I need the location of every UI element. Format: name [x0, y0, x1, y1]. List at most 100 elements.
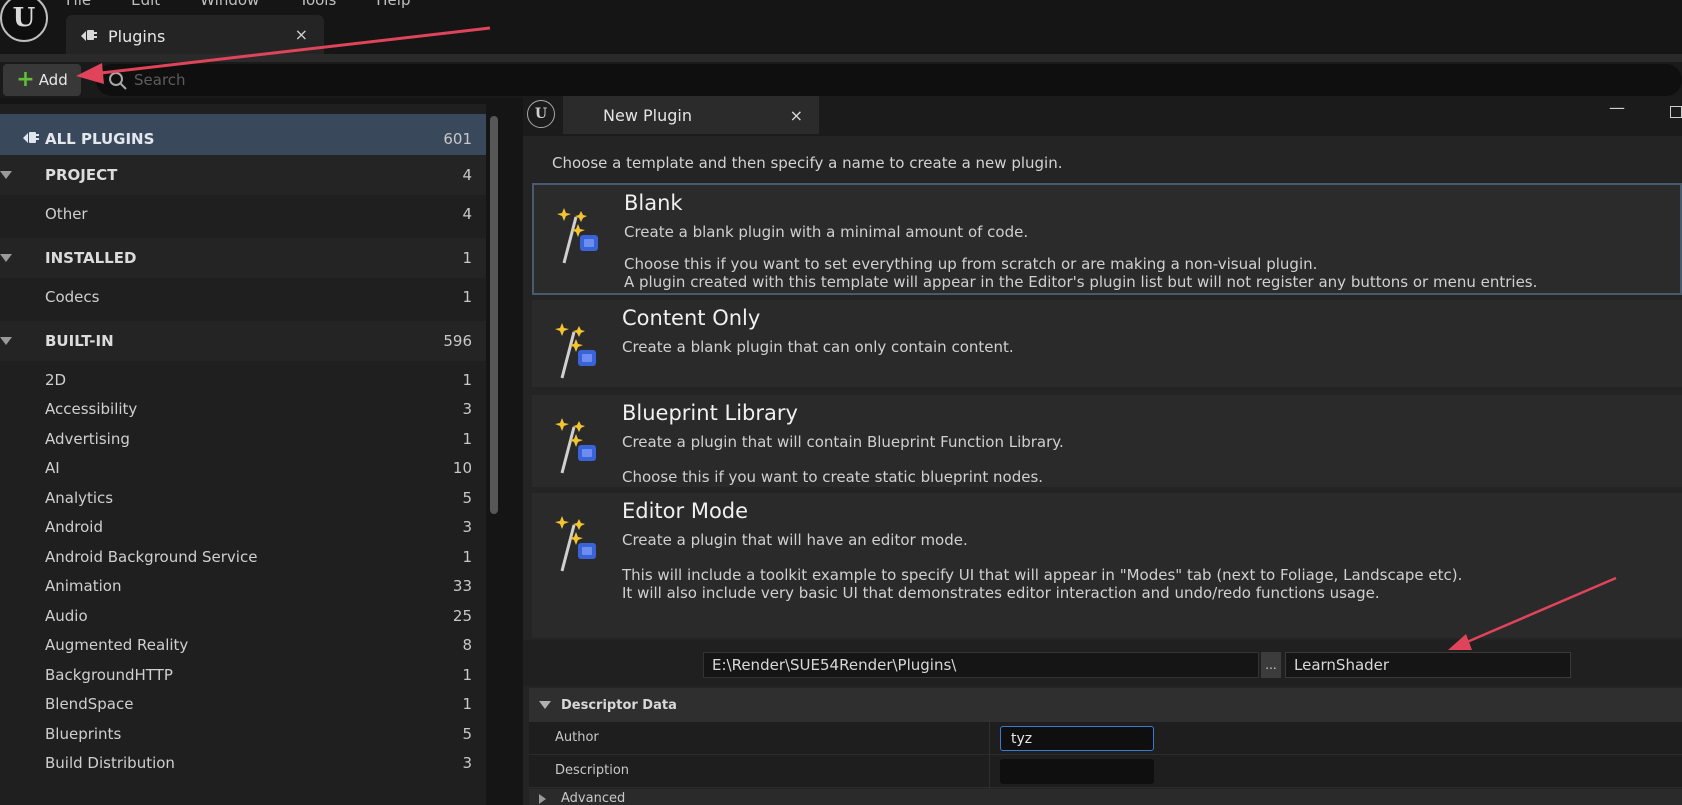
template-name: Editor Mode — [622, 499, 749, 523]
chevron-right-icon — [539, 794, 546, 804]
menu-window[interactable]: Window — [200, 0, 259, 9]
plugin-path-field[interactable]: E:\Render\SUE54Render\Plugins\ — [703, 652, 1259, 678]
maximize-icon[interactable] — [1670, 106, 1682, 118]
template-card[interactable]: Content Only Create a blank plugin that c… — [532, 300, 1682, 387]
sidebar-scrollbar[interactable] — [490, 116, 498, 514]
add-plugin-button[interactable]: + Add — [3, 64, 81, 96]
search-input[interactable]: Search — [96, 64, 1682, 96]
template-description: Create a plugin that will have an editor… — [622, 531, 968, 549]
descriptor-data-label: Descriptor Data — [561, 697, 677, 713]
template-detail-line: Choose this if you want to create static… — [622, 468, 1044, 486]
sidebar-item[interactable]: Other 4 — [0, 194, 486, 234]
sidebar-item-count: 1 — [462, 288, 472, 306]
descriptor-data-header[interactable]: Descriptor Data — [529, 688, 1682, 722]
sidebar-item-label: Build Distribution — [45, 754, 175, 772]
search-icon — [109, 72, 127, 90]
sidebar-item[interactable]: PROJECT 4 — [0, 155, 486, 195]
sidebar-item[interactable]: INSTALLED 1 — [0, 238, 486, 278]
advanced-section-header[interactable]: Advanced — [529, 789, 1682, 805]
template-name: Blank — [624, 191, 683, 215]
tab-new-plugin[interactable]: New Plugin × — [563, 96, 819, 134]
add-label: Add — [38, 71, 68, 89]
magic-wand-icon — [557, 208, 598, 264]
sidebar-item-count: 4 — [462, 205, 472, 223]
chevron-down-icon — [0, 254, 12, 262]
menu-help[interactable]: Help — [376, 0, 410, 9]
new-plugin-titlebar: U New Plugin × — — [523, 96, 1682, 136]
template-detail-line: Choose this if you want to set everythin… — [624, 255, 1318, 273]
sidebar-item[interactable]: BUILT-IN 596 — [0, 321, 486, 361]
menu-file[interactable]: File — [66, 0, 91, 9]
sidebar-item-count: 33 — [452, 577, 472, 595]
description-row: Description — [529, 755, 1682, 788]
sidebar-item-label: ALL PLUGINS — [45, 130, 155, 148]
sidebar-item-label: Blueprints — [45, 725, 122, 743]
close-icon[interactable]: × — [295, 25, 308, 44]
plugin-icon — [78, 27, 98, 45]
plus-icon: + — [16, 67, 35, 92]
unreal-logo-icon: U — [527, 100, 555, 128]
close-icon[interactable]: × — [790, 106, 803, 125]
column-divider — [989, 722, 990, 755]
search-placeholder: Search — [134, 71, 186, 89]
browse-path-button[interactable]: ... — [1261, 652, 1281, 678]
tab-plugins-label: Plugins — [108, 26, 166, 46]
sidebar-item-count: 4 — [462, 166, 472, 184]
sidebar-item-label: Augmented Reality — [45, 636, 189, 654]
column-divider — [989, 755, 990, 788]
sidebar-item-count: 25 — [452, 607, 472, 625]
template-detail-line: This will include a toolkit example to s… — [622, 566, 1463, 584]
chevron-down-icon — [0, 337, 12, 345]
menu-tools[interactable]: Tools — [299, 0, 336, 9]
magic-wand-icon — [555, 418, 596, 474]
advanced-label: Advanced — [561, 791, 626, 805]
template-name: Blueprint Library — [622, 401, 798, 425]
sidebar-item-label: Android Background Service — [45, 548, 258, 566]
tab-plugins[interactable]: Plugins × — [66, 15, 324, 57]
plugin-name-field[interactable]: LearnShader — [1285, 652, 1571, 678]
sidebar-item-count: 601 — [443, 130, 472, 148]
sidebar-item-count: 1 — [462, 430, 472, 448]
sidebar-item-count: 1 — [462, 371, 472, 389]
template-card[interactable]: Editor Mode Create a plugin that will hav… — [532, 493, 1682, 638]
author-row: Author tyz — [529, 722, 1682, 755]
plugin-categories-panel: ALL PLUGINS 601 PROJECT 4 Other 4 INSTALLED 1… — [0, 104, 486, 805]
sidebar-item-label: AI — [45, 459, 60, 477]
template-detail-line: It will also include very basic UI that … — [622, 584, 1380, 602]
menu-bar: File Edit Window Tools Help — [66, 0, 410, 9]
tab-underline — [0, 54, 1682, 62]
sidebar-item-count: 3 — [462, 754, 472, 772]
template-card[interactable]: Blueprint Library Create a plugin that wi… — [532, 395, 1682, 487]
sidebar-item-label: BackgroundHTTP — [45, 666, 173, 684]
author-field[interactable]: tyz — [1000, 726, 1154, 751]
new-plugin-intro: Choose a template and then specify a nam… — [552, 154, 1063, 172]
sidebar-item-label: Android — [45, 518, 103, 536]
plugins-toolbar: + Add Search — [0, 62, 1682, 98]
sidebar-item[interactable]: Codecs 1 — [0, 277, 486, 317]
sidebar-item-label: Animation — [45, 577, 122, 595]
plugin-icon — [20, 128, 40, 148]
author-label: Author — [555, 730, 599, 745]
sidebar-item-label: INSTALLED — [45, 249, 137, 267]
chevron-down-icon — [0, 171, 12, 179]
sidebar-item-count: 3 — [462, 518, 472, 536]
sidebar-item-count: 1 — [462, 666, 472, 684]
sidebar-item-label: BUILT-IN — [45, 332, 114, 350]
menu-edit[interactable]: Edit — [131, 0, 160, 9]
sidebar-item-count: 3 — [462, 400, 472, 418]
unreal-logo-icon[interactable]: U — [0, 0, 48, 42]
template-detail-line: A plugin created with this template will… — [624, 273, 1538, 291]
description-field[interactable] — [1000, 759, 1154, 784]
sidebar-item-label: Analytics — [45, 489, 114, 507]
sidebar-item-count: 5 — [462, 489, 472, 507]
title-bar: U File Edit Window Tools Help Plugins × — [0, 0, 1682, 62]
sidebar-item[interactable]: Build Distribution 3 — [0, 743, 486, 783]
template-card[interactable]: Blank Create a blank plugin with a minima… — [532, 183, 1682, 295]
sidebar-item-label: 2D — [45, 371, 67, 389]
template-description: Create a blank plugin that can only cont… — [622, 338, 1014, 356]
chevron-down-icon — [539, 701, 551, 709]
sidebar-item-count: 5 — [462, 725, 472, 743]
sidebar-item-label: Advertising — [45, 430, 130, 448]
sidebar-item-count: 10 — [452, 459, 472, 477]
minimize-icon[interactable]: — — [1609, 98, 1625, 117]
